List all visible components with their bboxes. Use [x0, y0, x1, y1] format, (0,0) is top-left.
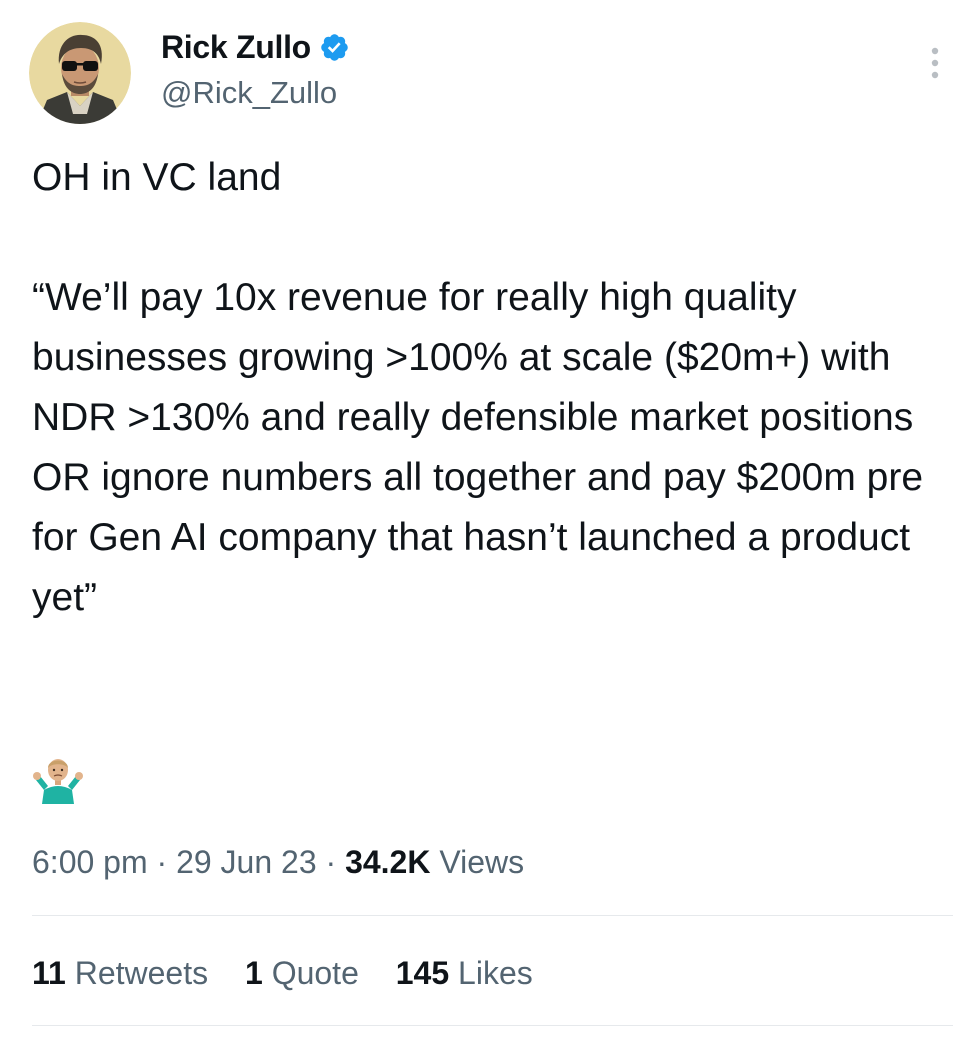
views-count: 34.2K [345, 844, 431, 880]
author-name-row[interactable]: Rick Zullo [161, 27, 350, 67]
quotes-stat[interactable]: 1 Quote [245, 955, 359, 991]
engagement-stats: 11 Retweets 1 Quote 145 Likes [32, 953, 533, 993]
meta-separator: · [156, 844, 168, 880]
quotes-count: 1 [245, 955, 263, 991]
retweets-count: 11 [32, 955, 66, 991]
views-label: Views [439, 844, 525, 880]
divider [32, 1025, 953, 1026]
retweets-stat[interactable]: 11 Retweets [32, 955, 208, 991]
tweet-meta: 6:00 pm · 29 Jun 23 · 34.2K Views [32, 842, 524, 882]
avatar-man-with-sunglasses-icon [29, 22, 131, 124]
likes-stat[interactable]: 145 Likes [396, 955, 533, 991]
meta-separator: · [325, 844, 337, 880]
likes-count: 145 [395, 955, 450, 991]
quotes-label: Quote [271, 955, 359, 991]
tweet-date[interactable]: 29 Jun 23 [176, 844, 317, 880]
tweet-time[interactable]: 6:00 pm [32, 844, 148, 880]
more-vertical-icon [931, 47, 939, 79]
person-shrugging-emoji-icon [32, 752, 84, 804]
verified-badge-icon [319, 32, 350, 63]
divider [32, 915, 953, 916]
author-display-name[interactable]: Rick Zullo [161, 29, 311, 66]
more-options-button[interactable] [925, 46, 945, 80]
likes-label: Likes [458, 955, 533, 991]
tweet-text: OH in VC land “We’ll pay 10x revenue for… [32, 156, 924, 619]
author-handle[interactable]: @Rick_Zullo [161, 75, 337, 111]
retweets-label: Retweets [74, 955, 209, 991]
avatar[interactable] [29, 22, 131, 124]
